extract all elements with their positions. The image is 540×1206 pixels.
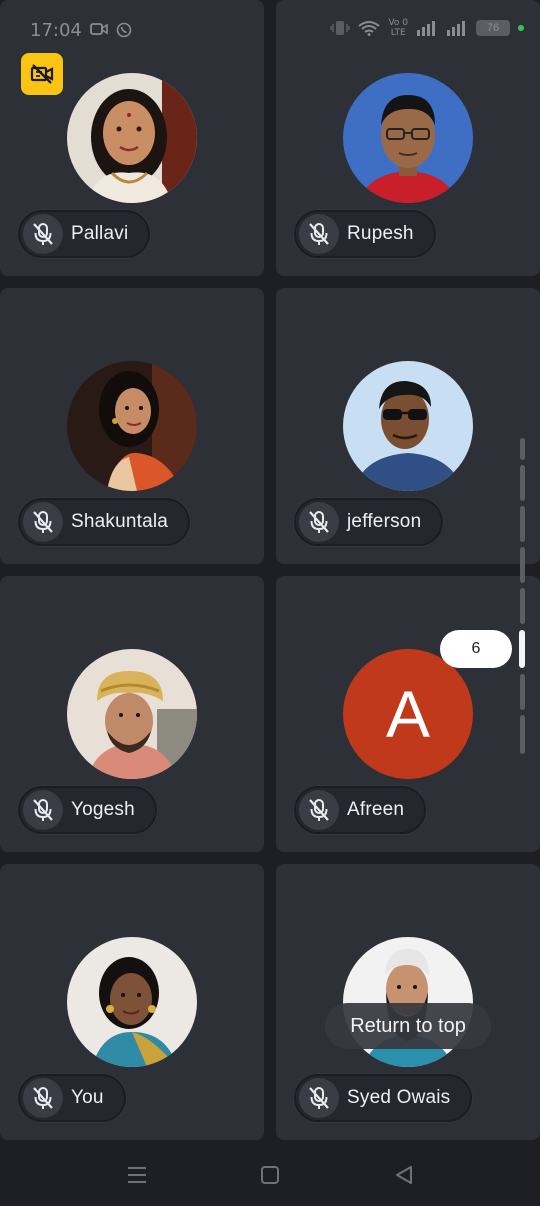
participant-name: You xyxy=(71,1087,104,1108)
participant-name: Afreen xyxy=(347,799,405,820)
name-chip: Afreen xyxy=(294,786,427,834)
mic-off-icon xyxy=(309,799,329,821)
mic-off-icon xyxy=(309,1087,329,1109)
mic-status xyxy=(23,1078,63,1118)
mic-off-icon xyxy=(309,511,329,533)
name-chip: Pallavi xyxy=(18,210,151,258)
system-navigation-bar xyxy=(0,1142,540,1206)
name-chip: Syed Owais xyxy=(294,1074,473,1122)
scroll-thumb[interactable] xyxy=(519,630,525,668)
name-chip: Shakuntala xyxy=(18,498,191,546)
mic-off-icon xyxy=(33,799,53,821)
scroll-segment xyxy=(520,674,525,710)
return-to-top-button[interactable]: Return to top xyxy=(325,1003,491,1049)
scroll-segment xyxy=(520,438,525,460)
camera-off-badge[interactable] xyxy=(21,53,63,95)
participant-name: Shakuntala xyxy=(71,511,169,532)
mic-status xyxy=(23,790,63,830)
mic-off-icon xyxy=(309,223,329,245)
name-chip: jefferson xyxy=(294,498,444,546)
participant-tile-syed-owais[interactable]: Syed Owais xyxy=(276,864,540,1140)
avatar-afreen: A xyxy=(343,649,473,779)
participant-name: jefferson xyxy=(347,511,422,532)
avatar-jefferson xyxy=(343,361,473,491)
scroll-segment xyxy=(520,588,525,624)
name-chip: Yogesh xyxy=(18,786,157,834)
scroll-segment xyxy=(520,465,525,501)
avatar-shakuntala xyxy=(67,361,197,491)
scroll-segment xyxy=(520,715,525,754)
scroll-page-indicator: 6 xyxy=(440,630,512,668)
participant-name: Syed Owais xyxy=(347,1087,451,1108)
mic-off-icon xyxy=(33,1087,53,1109)
recents-icon xyxy=(128,1167,146,1183)
avatar-pallavi xyxy=(67,73,197,203)
scroll-segment xyxy=(520,547,525,583)
mic-status xyxy=(299,790,339,830)
mic-off-icon xyxy=(33,223,53,245)
mic-status xyxy=(23,214,63,254)
avatar-yogesh xyxy=(67,649,197,779)
mic-status xyxy=(299,1078,339,1118)
home-button[interactable] xyxy=(253,1158,287,1192)
name-chip: Rupesh xyxy=(294,210,436,258)
participant-tile-pallavi[interactable]: Pallavi xyxy=(0,0,264,276)
camera-off-icon xyxy=(30,64,54,84)
home-icon xyxy=(261,1166,279,1184)
participant-tile-afreen[interactable]: A Afreen xyxy=(276,576,540,852)
mic-status xyxy=(299,502,339,542)
participant-tile-shakuntala[interactable]: Shakuntala xyxy=(0,288,264,564)
back-button[interactable] xyxy=(387,1158,421,1192)
avatar-letter: A xyxy=(385,677,431,751)
mic-status xyxy=(299,214,339,254)
participant-tile-you[interactable]: You xyxy=(0,864,264,1140)
back-icon xyxy=(396,1166,412,1184)
avatar-you xyxy=(67,937,197,1067)
scroll-segment xyxy=(520,506,525,542)
participant-tile-rupesh[interactable]: Rupesh xyxy=(276,0,540,276)
meeting-screen: 17:04 Vo 0 LTE 76 Pallavi Rupesh Shakunt… xyxy=(0,0,540,1206)
participant-name: Rupesh xyxy=(347,223,414,244)
participant-tile-yogesh[interactable]: Yogesh xyxy=(0,576,264,852)
participant-name: Pallavi xyxy=(71,223,129,244)
name-chip: You xyxy=(18,1074,126,1122)
recents-button[interactable] xyxy=(120,1158,154,1192)
participant-tile-jefferson[interactable]: jefferson xyxy=(276,288,540,564)
participant-name: Yogesh xyxy=(71,799,135,820)
mic-status xyxy=(23,502,63,542)
avatar-rupesh xyxy=(343,73,473,203)
fast-scroll-track[interactable] xyxy=(518,438,526,754)
mic-off-icon xyxy=(33,511,53,533)
